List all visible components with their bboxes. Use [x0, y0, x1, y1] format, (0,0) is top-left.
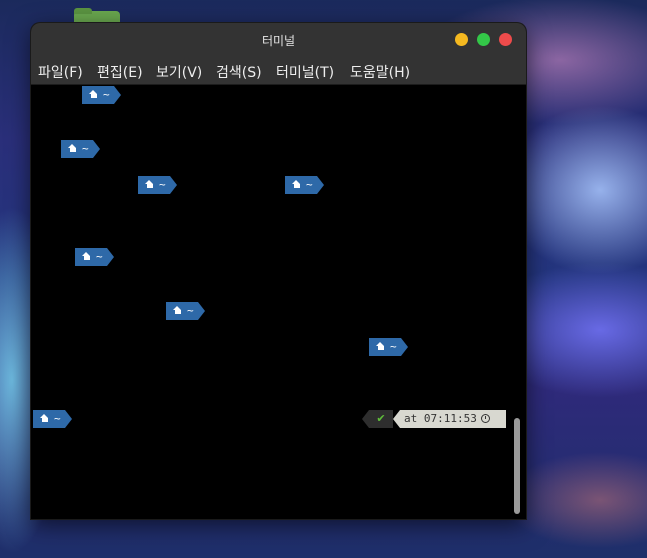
prompt-segment: ~ — [75, 248, 114, 266]
prompt-path: ~ — [96, 250, 103, 263]
menu-search[interactable]: 검색(S) — [216, 62, 262, 82]
clock-icon — [480, 414, 490, 423]
prompt-path: ~ — [159, 178, 166, 191]
prompt-segment: ~ — [166, 302, 205, 320]
home-icon — [68, 144, 77, 153]
terminal-area[interactable]: ~ ~ ~ ~ ~ ~ ~ ~ ✔ at 07:11:53 — [31, 85, 526, 519]
menu-terminal[interactable]: 터미널(T) — [276, 62, 334, 82]
menu-edit[interactable]: 편집(E) — [97, 62, 143, 82]
home-icon — [89, 90, 98, 99]
menu-view[interactable]: 보기(V) — [156, 62, 202, 82]
time-segment: at 07:11:53 — [393, 410, 506, 428]
prompt-path: ~ — [103, 88, 110, 101]
home-icon — [82, 252, 91, 261]
prompt-path: ~ — [54, 412, 61, 425]
prompt-segment: ~ — [82, 86, 121, 104]
prompt-segment: ~ — [285, 176, 324, 194]
check-icon: ✔ — [362, 410, 393, 428]
prompt-segment: ~ — [369, 338, 408, 356]
scrollbar[interactable] — [514, 418, 520, 514]
close-button[interactable] — [499, 33, 512, 46]
home-icon — [40, 414, 49, 423]
window-title: 터미널 — [261, 34, 296, 48]
home-icon — [145, 180, 154, 189]
menu-bar: 파일(F) 편집(E) 보기(V) 검색(S) 터미널(T) 도움말(H) — [31, 56, 526, 85]
maximize-button[interactable] — [477, 33, 490, 46]
minimize-button[interactable] — [455, 33, 468, 46]
prompt-path: ~ — [187, 304, 194, 317]
prompt-path: ~ — [390, 340, 397, 353]
prompt-segment: ~ — [138, 176, 177, 194]
menu-help[interactable]: 도움말(H) — [350, 62, 410, 82]
home-icon — [376, 342, 385, 351]
titlebar[interactable]: 터미널 — [31, 23, 526, 56]
prompt-path: ~ — [306, 178, 313, 191]
home-icon — [292, 180, 301, 189]
home-icon — [173, 306, 182, 315]
prompt-path: ~ — [82, 142, 89, 155]
menu-file[interactable]: 파일(F) — [38, 62, 83, 82]
prompt-segment: ~ — [33, 410, 72, 428]
prompt-segment: ~ — [61, 140, 100, 158]
terminal-window: 터미널 파일(F) 편집(E) 보기(V) 검색(S) 터미널(T) 도움말(H… — [31, 23, 526, 519]
time-text: at 07:11:53 — [404, 412, 477, 425]
